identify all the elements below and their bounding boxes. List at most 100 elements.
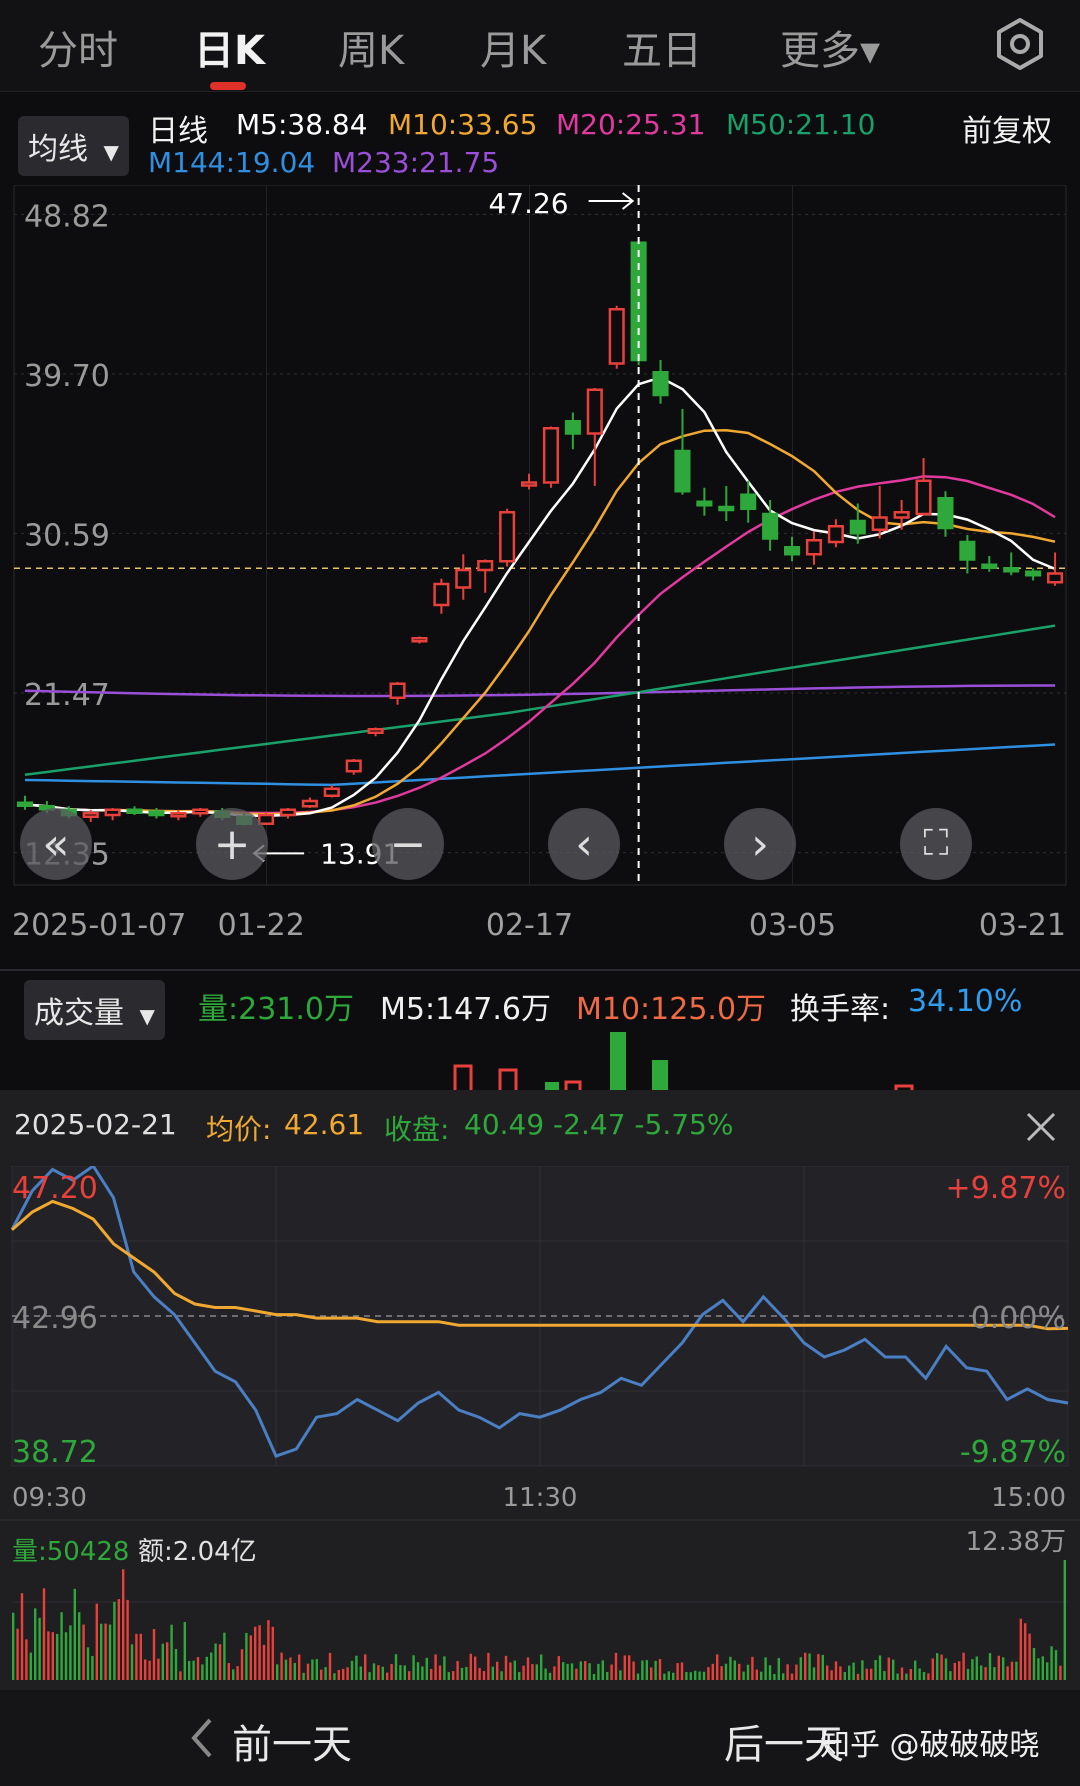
intraday-volume-bar: [324, 1667, 327, 1680]
intraday-volume-bar: [267, 1620, 270, 1680]
candle-up: [104, 808, 121, 817]
tab-five-day[interactable]: 五日: [622, 18, 702, 76]
period-tab-bar: 分时 日K 周K 月K 五日 更多▾: [0, 0, 1080, 92]
intraday-volume-bar: [1037, 1658, 1040, 1680]
volume-bars-partial: [453, 1032, 914, 1090]
intraday-high-price: 47.20: [12, 1171, 98, 1206]
intraday-volume-bar: [817, 1654, 820, 1680]
intraday-volume-bar: [328, 1652, 332, 1680]
intraday-chart[interactable]: 47.20 42.96 38.72 +9.87% 0.00% -9.87% 09:30 11:…: [0, 1166, 1080, 1690]
candle-up: [542, 427, 560, 484]
intraday-volume-bar: [645, 1660, 648, 1680]
intraday-volume-bar: [724, 1663, 728, 1680]
intraday-volume-bar: [482, 1671, 486, 1680]
intraday-volume-bar: [914, 1660, 917, 1680]
intraday-volume-bar: [447, 1672, 450, 1680]
tab-daily-k[interactable]: 日K: [194, 18, 265, 76]
candle-down: [959, 540, 976, 561]
intraday-volume-bar: [619, 1670, 622, 1680]
intraday-volume-bar: [104, 1623, 107, 1680]
zoom-in-icon[interactable]: +: [196, 808, 268, 880]
active-tab-indicator: [210, 82, 246, 90]
intraday-volume-bar: [874, 1660, 877, 1680]
fast-back-glyph: «: [42, 818, 70, 870]
intraday-volume-bar: [782, 1673, 785, 1680]
intraday-volume-bar: [614, 1652, 618, 1680]
intraday-volume-bar: [416, 1662, 420, 1680]
intraday-volume-bar: [408, 1671, 411, 1680]
intraday-volume-bar: [38, 1617, 41, 1680]
intraday-volume-bar: [865, 1668, 868, 1680]
candle-up: [433, 582, 450, 607]
tab-fenshi[interactable]: 分时: [38, 18, 118, 76]
intraday-volume-bar: [1002, 1657, 1005, 1680]
intraday-volume-bar: [364, 1654, 367, 1680]
intraday-ref-price: 42.96: [12, 1301, 98, 1336]
watermark: 知乎 @破破破晓: [820, 1728, 1040, 1763]
intraday-volume-bar: [368, 1672, 371, 1680]
intraday-volume-bar: [1054, 1650, 1058, 1680]
intraday-volume-bar: [861, 1660, 864, 1680]
intraday-low-price: 38.72: [12, 1435, 98, 1470]
candle-down: [849, 519, 866, 535]
intraday-volume-bar: [672, 1672, 675, 1680]
intraday-volume-bar: [135, 1633, 138, 1680]
date-tick-label: 01-22: [218, 908, 305, 943]
intraday-volume-bar: [535, 1664, 538, 1680]
intraday-volume-bar: [192, 1660, 195, 1680]
intraday-volume-bar: [971, 1659, 974, 1680]
tab-monthly-k[interactable]: 月K: [480, 18, 546, 76]
gear-icon[interactable]: [992, 16, 1048, 72]
intraday-volume-bar: [680, 1662, 684, 1680]
tab-more[interactable]: 更多▾: [780, 18, 880, 76]
adjust-mode-button[interactable]: 前复权: [962, 106, 1052, 150]
intraday-volume-bar: [302, 1672, 305, 1680]
intraday-volume-bar: [69, 1625, 72, 1680]
fast-back-icon[interactable]: «: [20, 808, 92, 880]
intraday-volume-bar: [381, 1666, 384, 1680]
intraday-volume-bar: [742, 1671, 745, 1680]
close-icon[interactable]: [1024, 1110, 1058, 1144]
intraday-volume-bar: [553, 1666, 556, 1680]
intraday-volume-bar: [698, 1671, 701, 1680]
prev-day-button[interactable]: 前一天: [232, 1712, 352, 1770]
intraday-volume-bar: [636, 1673, 640, 1680]
intraday-volume-bar: [628, 1655, 631, 1680]
intraday-volume-bar: [386, 1672, 389, 1680]
next-icon[interactable]: ›: [724, 808, 796, 880]
intraday-volume-bar: [161, 1643, 164, 1680]
fullscreen-icon[interactable]: ⛶: [900, 808, 972, 880]
intraday-volume-bar: [487, 1652, 490, 1680]
intraday-volume-bar: [1019, 1618, 1022, 1680]
candle-up: [1046, 572, 1064, 584]
intraday-volume-bar: [870, 1668, 873, 1680]
chevron-down-icon: ▼: [103, 140, 119, 164]
high-price-marker: 47.26: [488, 187, 568, 220]
intraday-volume-bar: [808, 1653, 811, 1680]
prev-icon[interactable]: ‹: [548, 808, 620, 880]
ma20-label: M20:25.31: [556, 108, 706, 141]
intraday-volume-bar: [953, 1662, 956, 1680]
tab-weekly-k[interactable]: 周K: [338, 18, 404, 76]
intraday-volume-bar: [786, 1664, 789, 1680]
intraday-volume-bar: [790, 1673, 794, 1680]
intraday-volume-bar: [196, 1657, 200, 1680]
chevron-left-icon[interactable]: [188, 1716, 214, 1760]
intraday-volume-bar: [183, 1621, 186, 1680]
intraday-volume-bar: [623, 1655, 626, 1680]
candle-up: [367, 728, 384, 734]
intraday-volume-bar: [834, 1661, 838, 1680]
candle-up: [827, 525, 844, 544]
intraday-volume-bar: [1015, 1661, 1018, 1680]
intraday-volume-bar: [966, 1668, 970, 1680]
intraday-volume-bar: [592, 1673, 596, 1680]
intraday-volume-bar: [465, 1666, 468, 1680]
intraday-volume-bar: [1024, 1623, 1027, 1680]
candle-up: [608, 308, 625, 365]
date-tick-label: 2025-01-07: [12, 908, 186, 943]
intraday-volume-bar: [650, 1667, 653, 1680]
intraday-volume-bar: [236, 1666, 239, 1680]
intraday-volume-bar: [663, 1673, 666, 1680]
zoom-out-icon[interactable]: −: [372, 808, 444, 880]
indicator-dropdown[interactable]: 均线 ▼: [18, 116, 129, 176]
